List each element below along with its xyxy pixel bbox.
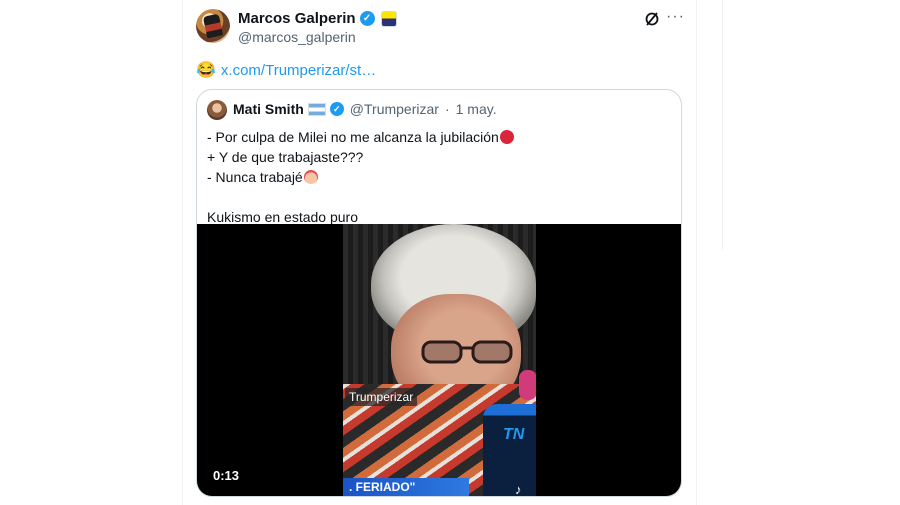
quoted-text: - Por culpa de Milei no me alcanza la ju… (207, 127, 667, 227)
timeline-divider-right (696, 0, 697, 505)
quoted-tweet[interactable]: Mati Smith ✓ @Trumperizar · 1 may. - Por… (196, 89, 682, 497)
quoted-line: + Y de que trabajaste??? (207, 149, 364, 165)
quoted-date[interactable]: 1 may. (456, 101, 497, 117)
video-player[interactable]: TN Trumperizar . FERIADO" ♪ 0:13 (197, 224, 681, 496)
quoted-line: - Por culpa de Milei no me alcanza la ju… (207, 129, 499, 145)
author-handle[interactable]: @marcos_galperin (238, 29, 356, 45)
video-frame: TN (343, 224, 536, 496)
timeline-divider-left (182, 0, 183, 505)
verified-badge-icon: ✓ (329, 102, 344, 116)
quoted-handle[interactable]: @Trumperizar (350, 101, 439, 117)
tweet-link[interactable]: x.com/Trumperizar/st… (221, 62, 376, 79)
author-name-row: Marcos Galperin ✓ (238, 10, 397, 27)
author-display-name[interactable]: Marcos Galperin (238, 10, 356, 27)
tiktok-icon: ♪ (515, 482, 522, 496)
tweet-text: 😂 x.com/Trumperizar/st… (196, 60, 376, 80)
mic-logo: TN (503, 426, 525, 443)
laughing-emoji: 😂 (196, 62, 216, 79)
verified-badge-icon: ✓ (359, 11, 375, 26)
meta-separator: · (444, 101, 450, 117)
grok-icon[interactable] (644, 11, 660, 27)
more-icon[interactable]: ··· (666, 8, 685, 26)
quoted-header: Mati Smith ✓ @Trumperizar · 1 may. (233, 101, 497, 117)
quoted-display-name[interactable]: Mati Smith (233, 101, 304, 117)
quoted-line: - Nunca trabajé (207, 169, 303, 185)
video-watermark: Trumperizar (345, 388, 418, 406)
video-timestamp: 0:13 (213, 468, 240, 483)
avatar[interactable] (196, 9, 230, 43)
sidebar-card (722, 0, 883, 250)
quoted-avatar[interactable] (207, 100, 227, 120)
clown-face-icon (303, 170, 318, 184)
quoted-line: Kukismo en estado puro (207, 209, 358, 225)
argentina-flag-icon (307, 102, 326, 116)
affiliate-badge-icon[interactable] (380, 10, 397, 27)
tweet[interactable]: Marcos Galperin ✓ @marcos_galperin ··· 😂… (196, 0, 685, 505)
video-banner: . FERIADO" (343, 478, 469, 496)
angry-face-icon (499, 130, 514, 144)
microphone-icon (483, 404, 536, 496)
